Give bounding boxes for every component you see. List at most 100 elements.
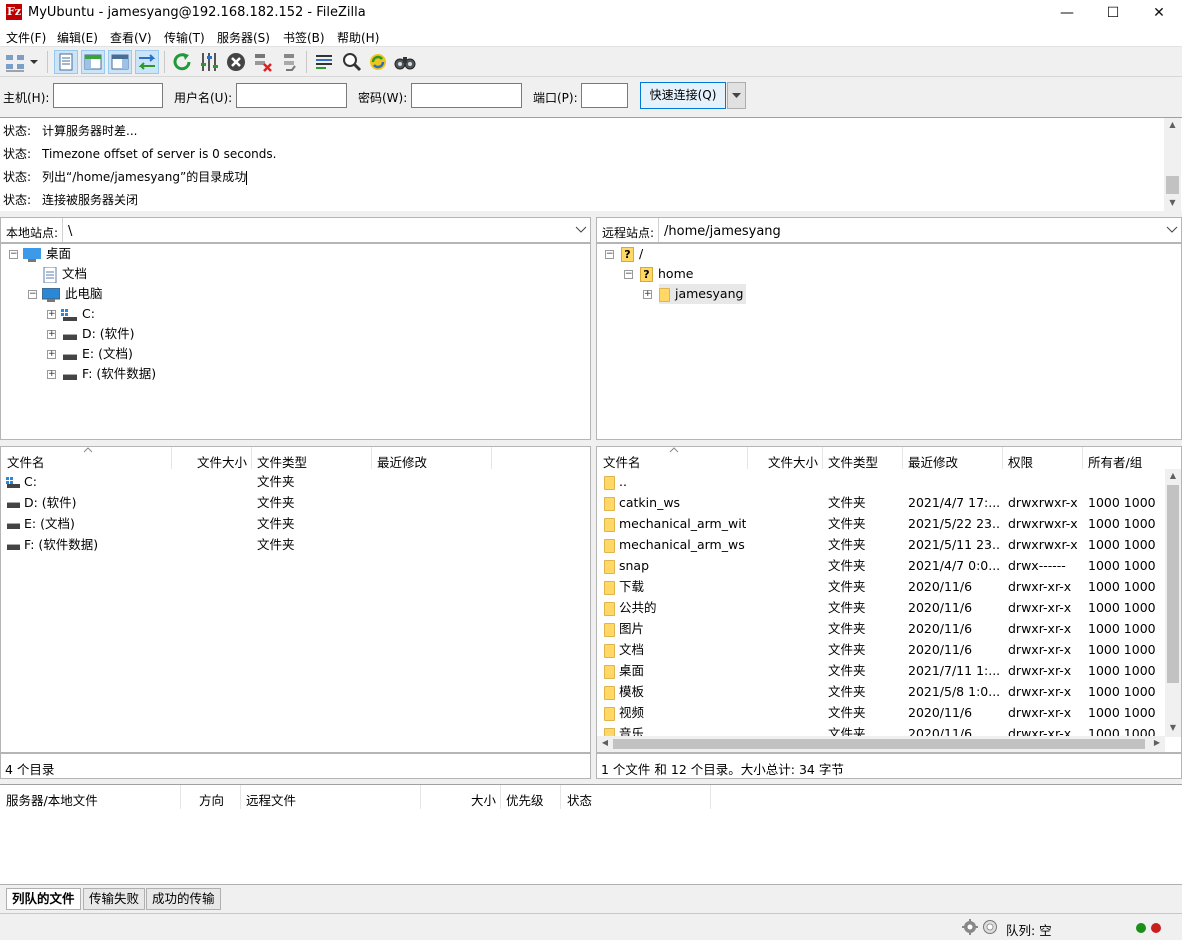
menu-bookmarks[interactable]: 书签(B) [283, 29, 325, 46]
collapse-toggle[interactable]: − [28, 290, 37, 299]
refresh-icon[interactable] [170, 50, 194, 74]
table-row[interactable]: 视频 文件夹 2020/11/6 drwxr-xr-x 1000 1000 [597, 702, 1165, 723]
maximize-button[interactable]: ☐ [1090, 0, 1136, 26]
toggle-remote-tree-icon[interactable] [108, 50, 132, 74]
quickconnect-button[interactable]: 快速连接(Q) [640, 82, 726, 109]
queue-column-remote[interactable]: 远程文件 [246, 790, 296, 809]
transfer-queue[interactable]: 服务器/本地文件 方向 远程文件 大小 优先级 状态 [0, 784, 1182, 884]
tree-item-home[interactable]: ? home [640, 264, 693, 284]
column-divider[interactable] [500, 785, 501, 809]
quickconnect-history-button[interactable] [727, 82, 746, 109]
tree-item-drive-d[interactable]: D: (软件) [61, 324, 135, 344]
column-divider[interactable] [1002, 447, 1003, 469]
minimize-button[interactable]: — [1044, 0, 1090, 26]
menu-server[interactable]: 服务器(S) [217, 29, 270, 46]
local-file-list[interactable]: 文件名 文件大小 文件类型 最近修改 C: 文件夹 D: (软件) 文件夹 E: (文档… [0, 446, 591, 753]
column-divider[interactable] [371, 447, 372, 469]
expand-toggle[interactable]: + [47, 330, 56, 339]
collapse-toggle[interactable]: − [624, 270, 633, 279]
host-input[interactable] [53, 83, 163, 108]
expand-toggle[interactable]: + [47, 310, 56, 319]
remote-directory-tree[interactable]: − ? / − ? home + jamesyang [596, 243, 1182, 440]
filter-settings-icon[interactable] [197, 50, 221, 74]
toggle-message-log-icon[interactable] [54, 50, 78, 74]
tab-successful-transfers[interactable]: 成功的传输 [146, 888, 221, 910]
menu-edit[interactable]: 编辑(E) [57, 29, 98, 46]
scrollbar-thumb[interactable] [613, 739, 1145, 749]
remote-path-combobox[interactable]: /home/jamesyang [658, 218, 1181, 242]
queue-column-size[interactable]: 大小 [471, 790, 496, 809]
menu-file[interactable]: 文件(F) [6, 29, 46, 46]
expand-toggle[interactable]: + [643, 290, 652, 299]
column-header-permissions[interactable]: 权限 [1008, 452, 1033, 471]
column-divider[interactable] [240, 785, 241, 809]
username-input[interactable] [236, 83, 347, 108]
tree-item-documents[interactable]: 文档 [43, 264, 87, 284]
column-divider[interactable] [822, 447, 823, 469]
chevron-down-icon[interactable] [575, 225, 587, 235]
table-row[interactable]: 音乐 文件夹 2020/11/6 drwxr-xr-x 1000 1000 [597, 723, 1165, 737]
column-divider[interactable] [1082, 447, 1083, 469]
column-header-filename[interactable]: 文件名 [7, 452, 45, 471]
column-header-filesize[interactable]: 文件大小 [768, 452, 818, 471]
table-row[interactable]: snap 文件夹 2021/4/7 0:0... drwx------ 1000 100… [597, 555, 1165, 576]
column-header-modified[interactable]: 最近修改 [908, 452, 958, 471]
port-input[interactable] [581, 83, 628, 108]
cancel-operation-icon[interactable] [224, 50, 248, 74]
menu-transfer[interactable]: 传输(T) [164, 29, 205, 46]
tree-item-desktop[interactable]: 桌面 [23, 244, 71, 264]
chevron-down-icon[interactable] [1166, 225, 1178, 235]
queue-column-direction[interactable]: 方向 [199, 790, 224, 809]
expand-toggle[interactable]: + [47, 370, 56, 379]
remote-list-hscrollbar[interactable]: ◀ ▶ [597, 736, 1165, 752]
scroll-up-icon[interactable]: ▲ [1164, 120, 1181, 129]
column-divider[interactable] [420, 785, 421, 809]
close-button[interactable]: ✕ [1136, 0, 1182, 26]
column-divider[interactable] [171, 447, 172, 469]
remote-list-vscrollbar[interactable]: ▲ ▼ [1165, 469, 1181, 737]
table-row[interactable]: 模板 文件夹 2021/5/8 1:0... drwxr-xr-x 1000 1000 [597, 681, 1165, 702]
tree-item-drive-f[interactable]: F: (软件数据) [61, 364, 156, 384]
queue-column-priority[interactable]: 优先级 [506, 790, 544, 809]
find-files-icon[interactable] [393, 50, 417, 74]
table-row[interactable]: 文档 文件夹 2020/11/6 drwxr-xr-x 1000 1000 [597, 639, 1165, 660]
gear-icon[interactable] [962, 919, 978, 935]
log-scrollbar[interactable]: ▲ ▼ [1164, 118, 1181, 211]
table-row[interactable]: C: 文件夹 [1, 471, 590, 492]
menu-view[interactable]: 查看(V) [110, 29, 152, 46]
local-path-combobox[interactable]: \ [62, 218, 590, 242]
scrollbar-thumb[interactable] [1166, 176, 1179, 194]
column-header-filename[interactable]: 文件名 [603, 452, 641, 471]
queue-column-server-local[interactable]: 服务器/本地文件 [6, 790, 98, 809]
message-log[interactable]: 状态: 计算服务器时差... 状态: Timezone offset of serv… [0, 117, 1182, 211]
tree-item-drive-e[interactable]: E: (文档) [61, 344, 133, 364]
expand-toggle[interactable]: + [47, 350, 56, 359]
column-header-owner[interactable]: 所有者/组 [1088, 452, 1142, 471]
directory-compare-icon[interactable] [312, 50, 336, 74]
tree-item-drive-c[interactable]: C: [61, 304, 95, 324]
column-divider[interactable] [747, 447, 748, 469]
scroll-down-icon[interactable]: ▼ [1165, 723, 1181, 732]
tree-item-this-pc[interactable]: 此电脑 [42, 284, 103, 304]
menu-help[interactable]: 帮助(H) [337, 29, 379, 46]
password-input[interactable] [411, 83, 522, 108]
queue-column-status[interactable]: 状态 [567, 790, 592, 809]
column-divider[interactable] [710, 785, 711, 809]
column-header-filetype[interactable]: 文件类型 [257, 452, 307, 471]
table-row[interactable]: 图片 文件夹 2020/11/6 drwxr-xr-x 1000 1000 [597, 618, 1165, 639]
table-row[interactable]: catkin_ws 文件夹 2021/4/7 17:... drwxrwxr-x 100… [597, 492, 1165, 513]
table-row[interactable]: .. [597, 471, 1165, 492]
dropdown-arrow-icon[interactable] [27, 50, 41, 74]
speed-limit-icon[interactable] [982, 919, 998, 935]
tree-item-jamesyang[interactable]: jamesyang [659, 284, 747, 304]
column-divider[interactable] [491, 447, 492, 469]
tab-queued-files[interactable]: 列队的文件 [6, 888, 81, 910]
disconnect-icon[interactable] [251, 50, 275, 74]
table-row[interactable]: E: (文档) 文件夹 [1, 513, 590, 534]
column-divider[interactable] [180, 785, 181, 809]
tree-item-root[interactable]: ? / [621, 244, 643, 264]
scroll-right-icon[interactable]: ▶ [1151, 738, 1163, 747]
table-row[interactable]: D: (软件) 文件夹 [1, 492, 590, 513]
column-divider[interactable] [251, 447, 252, 469]
sync-browse-icon[interactable] [366, 50, 390, 74]
